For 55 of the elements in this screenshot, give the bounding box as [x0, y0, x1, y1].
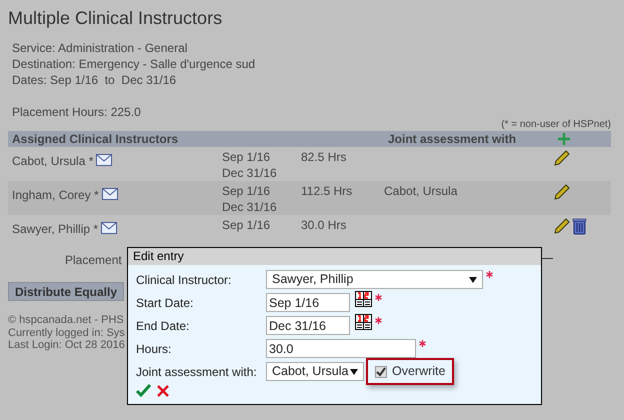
checkbox[interactable] — [375, 366, 387, 378]
field-label: End Date: — [136, 318, 190, 334]
start-date-text: Sep 1/16 — [222, 217, 272, 233]
asterisk-icon — [375, 317, 382, 324]
footer-text: Currently logged in: Sys — [8, 326, 125, 339]
start-date-text: Sep 1/16 — [222, 183, 272, 199]
start-date-text: Sep 1/16 — [222, 149, 272, 165]
info-text: Service: Administration - General — [12, 40, 188, 56]
field-label: Joint assessment with: — [136, 364, 258, 380]
pencil-icon[interactable] — [554, 218, 570, 234]
field-label: Hours: — [136, 340, 172, 358]
column-header: Assigned Clinical Instructors — [11, 131, 180, 148]
trash-icon[interactable] — [572, 218, 587, 235]
field-label: Clinical Instructor: — [136, 272, 232, 288]
page-title: Multiple Clinical Instructors — [8, 7, 224, 30]
envelope-icon[interactable] — [102, 188, 118, 200]
date-field[interactable]: Sep 1/16 — [266, 293, 350, 312]
joint-assessor-text: Cabot, Ursula — [384, 184, 458, 198]
asterisk-icon — [375, 294, 382, 301]
pencil-icon[interactable] — [554, 184, 570, 200]
hours-text: 82.5 Hrs — [301, 149, 348, 166]
cancel-icon[interactable] — [157, 384, 169, 396]
caret-icon — [469, 276, 477, 282]
hours-field[interactable]: 30.0 — [266, 339, 416, 358]
instructor-name: Ingham, Corey * — [12, 187, 99, 203]
dialog-title: Edit entry — [128, 248, 541, 265]
distribute-equally-button[interactable]: Distribute Equally — [8, 282, 124, 301]
placement-label: Placement — [65, 252, 122, 269]
footer-text: Last Login: Oct 28 2016 — [8, 339, 125, 352]
instructor-name: Sawyer, Phillip * — [12, 221, 98, 237]
calendar-icon[interactable] — [355, 291, 372, 307]
field-label: Start Date: — [136, 294, 194, 312]
caret-icon — [350, 368, 358, 374]
pencil-icon[interactable] — [554, 150, 570, 166]
column-header: Joint assessment with — [388, 131, 518, 148]
checkbox-label[interactable]: Overwrite — [392, 362, 446, 381]
dropdown[interactable]: Cabot, Ursula — [266, 362, 364, 381]
asterisk-icon — [486, 271, 493, 278]
checkmark-icon[interactable] — [136, 384, 151, 397]
end-date-text: Dec 31/16 — [222, 199, 278, 215]
end-date-text: Dec 31/16 — [222, 165, 278, 181]
date-field[interactable]: Dec 31/16 — [266, 316, 350, 335]
calendar-icon[interactable] — [355, 314, 372, 330]
footer-text: © hspcanada.net - PHS — [8, 314, 124, 326]
placement-hours-text: Placement Hours: 225.0 — [12, 104, 142, 120]
instructor-name: Cabot, Ursula * — [12, 153, 94, 169]
asterisk-icon — [419, 340, 426, 347]
legend-note: (* = non-user of HSPnet) — [501, 119, 611, 131]
hours-text: 30.0 Hrs — [301, 217, 348, 234]
envelope-icon[interactable] — [101, 222, 118, 234]
hours-text: 112.5 Hrs — [301, 183, 354, 200]
dropdown[interactable]: Sawyer, Phillip — [266, 270, 483, 289]
envelope-icon[interactable] — [96, 154, 112, 166]
info-text: Destination: Emergency - Salle d'urgence sud — [12, 56, 256, 72]
info-text: Dates: Sep 1/16 to Dec 31/16 — [12, 72, 178, 88]
